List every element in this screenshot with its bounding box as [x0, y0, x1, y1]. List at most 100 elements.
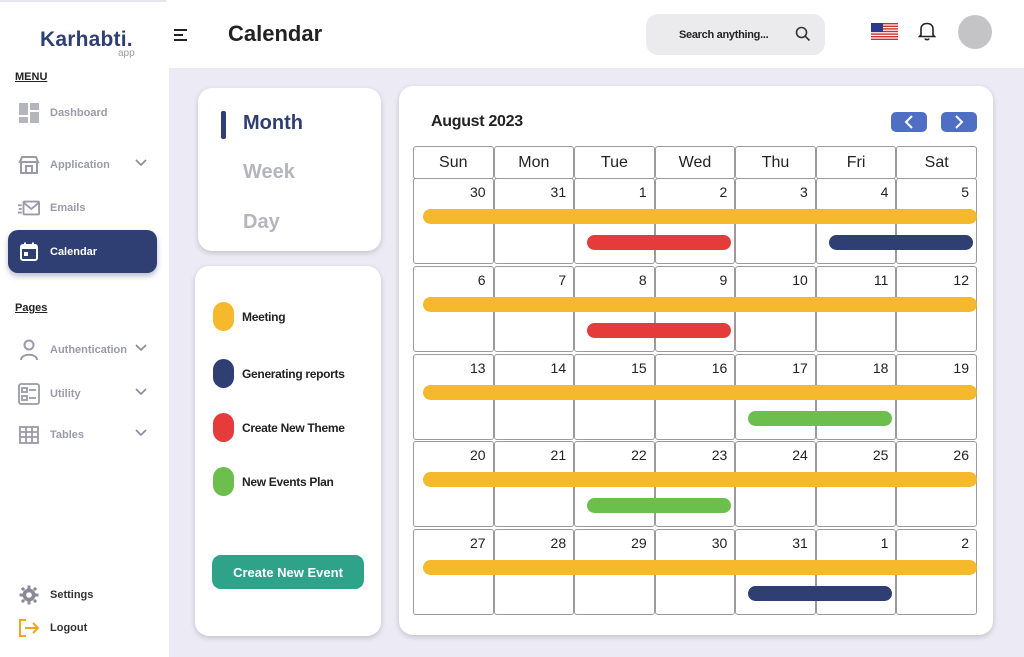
calendar-card: August 2023 Sun Mon Tue Wed Thu Fri Sat … [399, 86, 993, 635]
weekday-label: Fri [815, 146, 897, 179]
prev-month-button[interactable] [891, 112, 927, 132]
weekday-header: Sun Mon Tue Wed Thu Fri Sat [413, 146, 977, 179]
sidebar-item-calendar[interactable]: Calendar [8, 230, 157, 273]
gear-icon [18, 584, 40, 606]
chevron-left-icon [904, 115, 913, 129]
sidebar-item-application[interactable]: Application [8, 145, 157, 185]
day-number: 26 [953, 447, 969, 463]
legend-item-new-events-plan[interactable]: New Events Plan [213, 467, 334, 496]
view-week[interactable]: Week [243, 161, 295, 184]
legend-color [213, 359, 234, 388]
sidebar-item-tables[interactable]: Tables [8, 415, 157, 455]
legend-item-meeting[interactable]: Meeting [213, 302, 286, 331]
legend-color [213, 302, 234, 331]
search-input[interactable]: Search anything... [646, 14, 825, 55]
sidebar-item-label: Dashboard [50, 107, 108, 119]
create-event-button[interactable]: Create New Event [212, 555, 364, 589]
sidebar-item-dashboard[interactable]: Dashboard [8, 93, 157, 133]
sidebar-item-utility[interactable]: Utility [8, 374, 157, 414]
sidebar-item-label: Calendar [50, 245, 98, 258]
legend-color [213, 467, 234, 496]
event-bar-create-new-theme[interactable] [587, 323, 732, 338]
event-bar-generating-reports[interactable] [748, 586, 893, 601]
sidebar-item-emails[interactable]: Emails [8, 188, 157, 228]
day-number: 23 [711, 447, 728, 463]
day-number: 15 [631, 360, 647, 376]
day-number: 27 [469, 535, 486, 551]
sidebar-item-label: Utility [50, 388, 81, 400]
weekday-label: Sat [896, 146, 977, 179]
day-number: 4 [880, 184, 889, 200]
day-number: 1 [880, 535, 889, 551]
top-header: Calendar Search anything... [169, 0, 1024, 68]
active-view-indicator [221, 111, 226, 139]
day-number: 2 [961, 535, 969, 551]
day-number: 12 [953, 272, 969, 288]
legend-item-generating-reports[interactable]: Generating reports [213, 359, 345, 388]
store-icon [18, 154, 40, 176]
legend-item-create-new-theme[interactable]: Create New Theme [213, 413, 345, 442]
event-bar-meeting[interactable] [423, 560, 977, 575]
day-number: 10 [792, 272, 808, 288]
page-title: Calendar [228, 21, 323, 46]
day-number: 9 [719, 272, 728, 288]
legend-label: Generating reports [242, 366, 345, 381]
sidebar-item-label: Authentication [50, 344, 127, 356]
weekday-label: Mon [493, 146, 575, 179]
day-number: 19 [953, 360, 969, 376]
event-bar-meeting[interactable] [423, 209, 977, 224]
view-selector: Month Week Day [198, 88, 381, 251]
day-number: 29 [631, 535, 647, 551]
sidebar-item-label: Settings [50, 589, 94, 601]
day-number: 5 [961, 184, 969, 200]
event-bar-generating-reports[interactable] [828, 235, 973, 250]
list-icon [18, 383, 40, 405]
day-number: 3 [800, 184, 808, 200]
event-bar-create-new-theme[interactable] [587, 235, 732, 250]
sidebar-item-label: Tables [50, 429, 85, 441]
dashboard-icon [18, 102, 40, 124]
chevron-down-icon [135, 429, 147, 437]
legend-label: Meeting [242, 309, 286, 324]
chevron-down-icon [135, 388, 147, 396]
mail-icon [18, 197, 40, 219]
day-number: 17 [792, 360, 808, 376]
event-bar-meeting[interactable] [423, 297, 977, 312]
day-number: 1 [638, 184, 647, 200]
menu-section-label: MENU [15, 71, 48, 83]
us-flag-icon[interactable] [871, 23, 898, 40]
event-bar-meeting[interactable] [423, 472, 977, 487]
brand-sub: app [118, 48, 135, 59]
day-number: 8 [638, 272, 647, 288]
pages-section-label: Pages [15, 302, 48, 314]
search-icon[interactable] [795, 26, 811, 42]
weekday-label: Tue [574, 146, 655, 179]
day-number: 21 [550, 447, 567, 463]
view-day[interactable]: Day [243, 211, 280, 234]
day-number: 2 [719, 184, 728, 200]
event-bar-meeting[interactable] [423, 385, 977, 400]
sidebar-item-label: Application [50, 159, 110, 171]
avatar[interactable] [958, 15, 992, 49]
sidebar-item-logout[interactable]: Logout [8, 608, 157, 648]
bell-icon[interactable] [917, 21, 937, 41]
month-title: August 2023 [431, 113, 523, 130]
event-bar-new-events-plan[interactable] [748, 411, 893, 426]
chevron-right-icon [955, 115, 964, 129]
menu-toggle-icon[interactable] [172, 27, 190, 43]
sidebar-item-label: Logout [50, 622, 88, 634]
next-month-button[interactable] [941, 112, 977, 132]
day-number: 20 [469, 447, 486, 463]
weekday-label: Wed [654, 146, 736, 179]
logout-icon [18, 617, 40, 639]
event-bar-new-events-plan[interactable] [587, 498, 732, 513]
day-number: 18 [872, 360, 889, 376]
day-number: 14 [550, 360, 567, 376]
legend-label: New Events Plan [242, 474, 334, 489]
chevron-down-icon [135, 344, 147, 352]
day-number: 6 [477, 272, 486, 288]
sidebar-item-authentication[interactable]: Authentication [8, 330, 157, 370]
legend-label: Create New Theme [242, 420, 345, 435]
view-month[interactable]: Month [243, 112, 303, 135]
day-number: 24 [792, 447, 808, 463]
